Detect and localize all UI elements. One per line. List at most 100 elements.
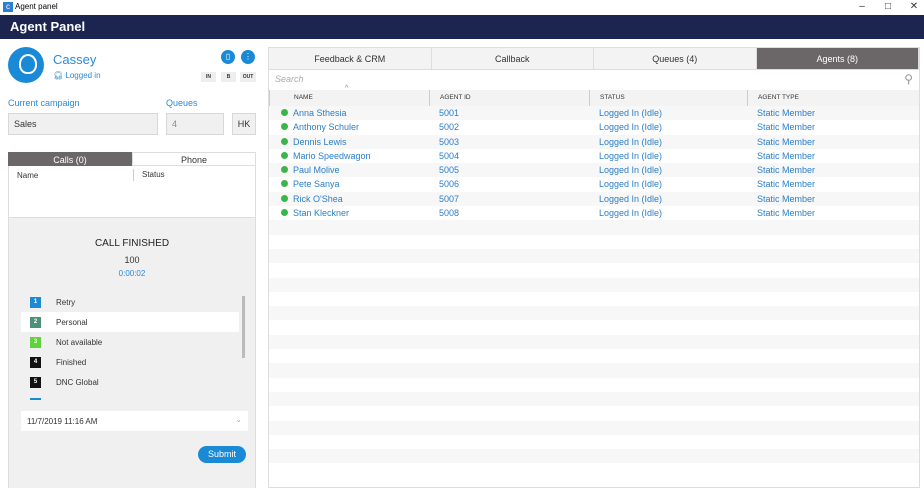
queues-label: Queues bbox=[166, 98, 198, 108]
agent-type-cell: Static Member bbox=[757, 150, 816, 161]
empty-row bbox=[269, 349, 919, 363]
empty-row bbox=[269, 292, 919, 306]
empty-row bbox=[269, 220, 919, 235]
agent-type-cell: Static Member bbox=[757, 193, 816, 204]
header-title: Agent Panel bbox=[10, 19, 86, 34]
table-row[interactable]: Stan Kleckner 5008 Logged In (Idle) Stat… bbox=[269, 206, 919, 220]
tab-callback[interactable]: Callback bbox=[431, 48, 594, 70]
table-row[interactable]: Paul Molive 5005 Logged In (Idle) Static… bbox=[269, 163, 919, 178]
empty-row bbox=[269, 391, 919, 407]
agent-avatar-icon bbox=[8, 47, 44, 83]
close-button[interactable]: ✕ bbox=[900, 0, 924, 15]
call-number: 100 bbox=[124, 255, 140, 265]
campaign-field[interactable]: Sales bbox=[8, 113, 158, 135]
headset-icon: 🎧︎ bbox=[53, 71, 66, 80]
agent-name-cell: Anna Sthesia bbox=[269, 106, 429, 120]
search-input[interactable]: Search ⚲ bbox=[269, 70, 919, 90]
agent-name: Anthony Schuler bbox=[293, 122, 360, 133]
status-dot-icon bbox=[281, 166, 288, 174]
agent-name: Mario Speedwagon bbox=[293, 150, 371, 161]
disposition-label: Not available bbox=[56, 337, 103, 347]
phone-icon[interactable]: ▯ bbox=[221, 50, 235, 64]
agent-status[interactable]: 🎧︎ Logged in bbox=[53, 71, 101, 80]
main-tabs: Feedback & CRM Callback Queues (4) Agent… bbox=[269, 48, 919, 70]
status-dot-icon bbox=[281, 137, 288, 145]
tab-queues[interactable]: Queues (4) bbox=[594, 48, 757, 70]
agent-id-cell: 5006 bbox=[439, 179, 460, 190]
hk-button[interactable]: HK bbox=[232, 113, 256, 135]
calls-list: Name Status bbox=[8, 166, 256, 218]
agent-name: Pete Sanya bbox=[293, 179, 340, 190]
chevron-down-icon: ⌄ bbox=[235, 415, 242, 424]
agent-status-label: Logged in bbox=[65, 71, 101, 80]
header-agent-id[interactable]: AGENT ID bbox=[429, 90, 589, 106]
agent-status-cell: Logged In (Idle) bbox=[599, 136, 663, 147]
col-name: Name bbox=[17, 171, 39, 180]
empty-row bbox=[269, 449, 919, 464]
disposition-item[interactable]: 2 Personal bbox=[21, 312, 239, 333]
call-result-title: CALL FINISHED bbox=[94, 238, 170, 249]
disposition-item[interactable]: 1 Retry bbox=[21, 292, 239, 312]
agent-name: Dennis Lewis bbox=[293, 136, 347, 147]
table-row[interactable]: Anthony Schuler 5002 Logged In (Idle) St… bbox=[269, 120, 919, 134]
datetime-dropdown[interactable]: 11/7/2019 11:16 AM ⌄ bbox=[21, 411, 248, 431]
empty-row bbox=[269, 420, 919, 435]
empty-row bbox=[269, 306, 919, 321]
disposition-number: 1 bbox=[30, 296, 41, 308]
agent-name-cell: Dennis Lewis bbox=[269, 135, 429, 149]
agent-id-cell: 5004 bbox=[439, 150, 460, 161]
tab-agents[interactable]: Agents (8) bbox=[756, 48, 919, 70]
window-titlebar: c Agent panel – □ ✕ bbox=[0, 0, 924, 15]
empty-row bbox=[269, 235, 919, 249]
minimize-button[interactable]: – bbox=[848, 0, 876, 15]
status-dot-icon bbox=[281, 180, 288, 188]
agent-name-cell: Stan Kleckner bbox=[269, 206, 429, 220]
tab-calls[interactable]: Calls (0) bbox=[8, 152, 132, 166]
agent-id-cell: 5005 bbox=[439, 165, 460, 176]
right-panel: Feedback & CRM Callback Queues (4) Agent… bbox=[268, 47, 920, 488]
datetime-value: 11/7/2019 11:16 AM bbox=[27, 417, 98, 426]
disposition-partial-item bbox=[30, 398, 41, 400]
table-row[interactable]: Mario Speedwagon 5004 Logged In (Idle) S… bbox=[269, 149, 919, 163]
disposition-scrollbar[interactable] bbox=[242, 296, 245, 358]
table-row[interactable]: Anna Sthesia 5001 Logged In (Idle) Stati… bbox=[269, 106, 919, 121]
disposition-item[interactable]: 5 DNC Global bbox=[21, 373, 239, 393]
agent-type-cell: Static Member bbox=[757, 122, 816, 133]
agent-status-cell: Logged In (Idle) bbox=[599, 179, 663, 190]
agent-id-cell: 5001 bbox=[439, 108, 460, 118]
agent-status-cell: Logged In (Idle) bbox=[599, 165, 663, 176]
campaign-label: Current campaign bbox=[8, 98, 80, 108]
agent-name: Cassey bbox=[53, 52, 97, 67]
disposition-number: 2 bbox=[30, 316, 41, 328]
agent-type-cell: Static Member bbox=[757, 165, 816, 176]
agent-status-cell: Logged In (Idle) bbox=[599, 122, 663, 133]
disposition-label: Personal bbox=[56, 317, 88, 327]
sort-ascending-icon: ^ bbox=[345, 85, 349, 92]
queues-field: 4 bbox=[166, 113, 224, 135]
table-row[interactable]: Rick O'Shea 5007 Logged In (Idle) Static… bbox=[269, 191, 919, 207]
break-button[interactable]: B bbox=[221, 72, 236, 82]
more-icon[interactable]: ⋮ bbox=[241, 50, 255, 64]
agent-name-cell: Anthony Schuler bbox=[269, 120, 429, 134]
agent-status-cell: Logged In (Idle) bbox=[599, 150, 663, 161]
out-button[interactable]: OUT bbox=[240, 72, 256, 82]
maximize-button[interactable]: □ bbox=[874, 0, 902, 15]
agent-id-cell: 5002 bbox=[439, 122, 460, 133]
table-row[interactable]: Pete Sanya 5006 Logged In (Idle) Static … bbox=[269, 177, 919, 191]
agent-type-cell: Static Member bbox=[757, 108, 816, 118]
search-icon[interactable]: ⚲ bbox=[904, 72, 913, 86]
empty-row bbox=[269, 334, 919, 350]
in-button[interactable]: IN bbox=[201, 72, 216, 82]
window-title: Agent panel bbox=[15, 2, 58, 11]
tab-phone[interactable]: Phone bbox=[132, 152, 256, 166]
disposition-item[interactable]: 3 Not available bbox=[21, 332, 239, 352]
header-agent-type[interactable]: AGENT TYPE bbox=[747, 90, 919, 106]
submit-button[interactable]: Submit bbox=[198, 446, 246, 463]
disposition-label: Finished bbox=[56, 358, 87, 368]
agents-table-body: Anna Sthesia 5001 Logged In (Idle) Stati… bbox=[269, 106, 919, 478]
tab-feedback-crm[interactable]: Feedback & CRM bbox=[269, 48, 432, 70]
header-status[interactable]: STATUS bbox=[589, 90, 747, 106]
disposition-item[interactable]: 4 Finished bbox=[21, 353, 239, 373]
table-row[interactable]: Dennis Lewis 5003 Logged In (Idle) Stati… bbox=[269, 134, 919, 149]
header-name[interactable]: NAME bbox=[269, 90, 429, 106]
